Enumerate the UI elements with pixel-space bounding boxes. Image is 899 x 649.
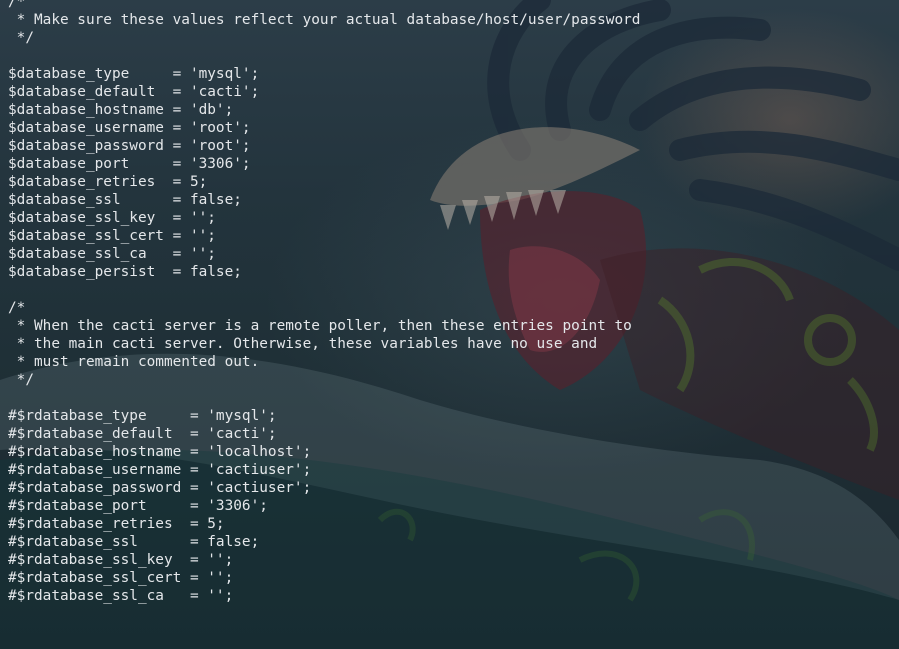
code-line: #$rdatabase_ssl_cert = '';: [8, 570, 234, 586]
code-line: $database_retries = 5;: [8, 174, 208, 190]
terminal-window[interactable]: /* * Make sure these values reflect your…: [0, 0, 899, 649]
code-line: $database_persist = false;: [8, 264, 242, 280]
code-line: #$rdatabase_type = 'mysql';: [8, 408, 277, 424]
code-line: $database_ssl_key = '';: [8, 210, 216, 226]
code-line: $database_password = 'root';: [8, 138, 251, 154]
code-line: $database_type = 'mysql';: [8, 66, 260, 82]
code-line: * Make sure these values reflect your ac…: [8, 12, 641, 28]
code-line: #$rdatabase_ssl = false;: [8, 534, 260, 550]
code-line: /*: [8, 300, 26, 316]
config-code-text: /* * Make sure these values reflect your…: [8, 0, 640, 605]
code-line: #$rdatabase_ssl_key = '';: [8, 552, 234, 568]
code-line: * must remain commented out.: [8, 354, 260, 370]
code-line: $database_ssl_ca = '';: [8, 246, 216, 262]
code-line: $database_port = '3306';: [8, 156, 251, 172]
code-line: #$rdatabase_username = 'cactiuser';: [8, 462, 312, 478]
code-line: */: [8, 30, 34, 46]
code-line: * the main cacti server. Otherwise, thes…: [8, 336, 598, 352]
code-line: #$rdatabase_default = 'cacti';: [8, 426, 277, 442]
code-line: #$rdatabase_port = '3306';: [8, 498, 268, 514]
code-line: $database_ssl_cert = '';: [8, 228, 216, 244]
code-line: * When the cacti server is a remote poll…: [8, 318, 632, 334]
code-line: $database_default = 'cacti';: [8, 84, 260, 100]
code-line: /*: [8, 0, 26, 10]
code-line: #$rdatabase_ssl_ca = '';: [8, 588, 234, 604]
code-line: #$rdatabase_retries = 5;: [8, 516, 225, 532]
code-line: #$rdatabase_password = 'cactiuser';: [8, 480, 312, 496]
code-line: #$rdatabase_hostname = 'localhost';: [8, 444, 312, 460]
code-line: $database_ssl = false;: [8, 192, 242, 208]
code-line: */: [8, 372, 34, 388]
code-line: $database_hostname = 'db';: [8, 102, 234, 118]
code-line: $database_username = 'root';: [8, 120, 251, 136]
